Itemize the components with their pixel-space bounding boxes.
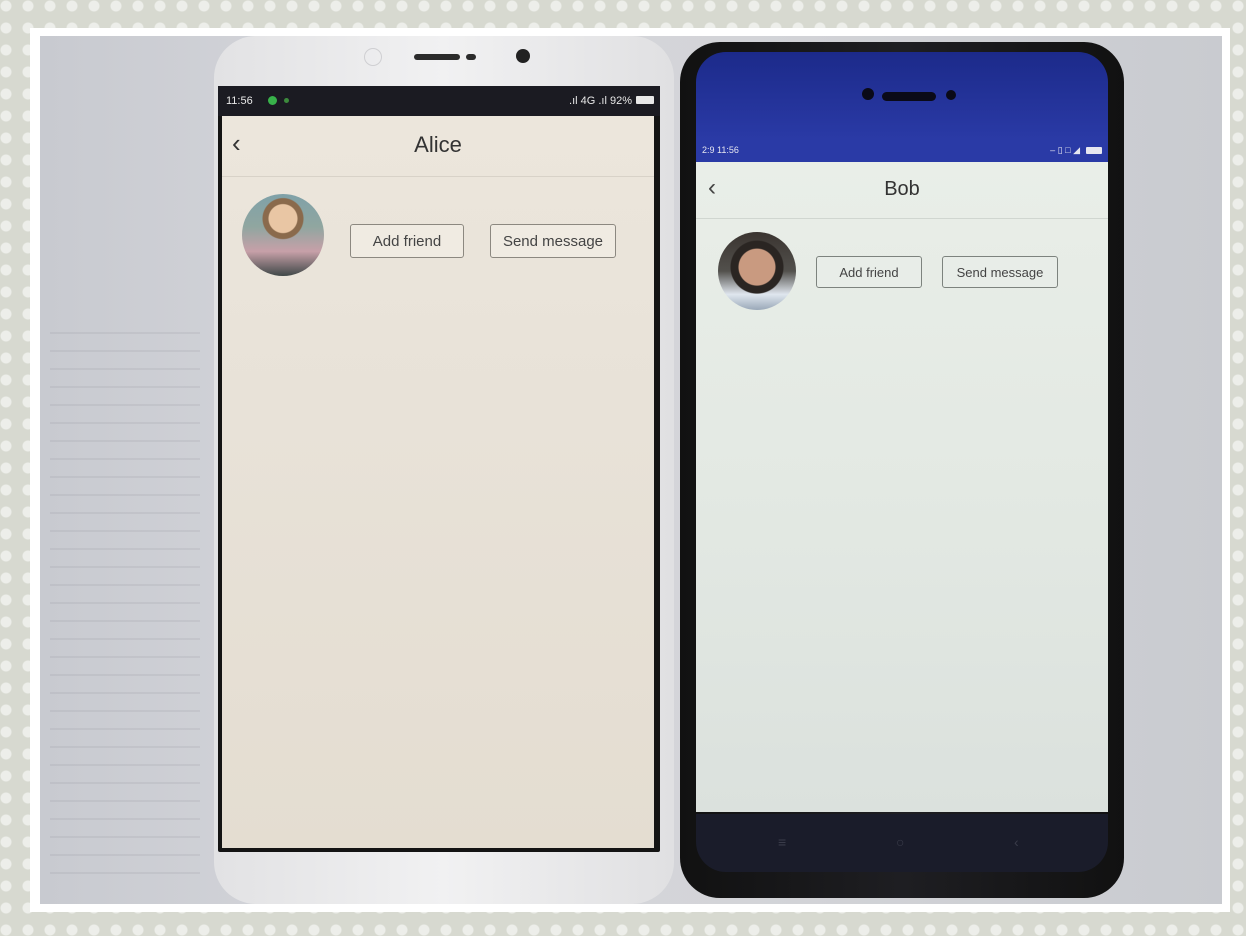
right-phone-top-bezel — [696, 52, 1108, 140]
home-icon[interactable]: ○ — [896, 834, 904, 850]
send-message-button[interactable]: Send message — [942, 256, 1058, 288]
front-sensor — [364, 48, 382, 66]
battery-icon — [636, 96, 654, 104]
front-camera — [862, 88, 874, 100]
page-title: Alice — [414, 132, 462, 157]
nav-bar: ≡ ○ ‹ — [696, 814, 1108, 872]
avatar — [242, 194, 324, 276]
page-title: Bob — [884, 178, 920, 200]
signal-battery-text: .ıl 4G .ıl 92% — [569, 95, 632, 107]
earpiece-speaker-small — [466, 54, 476, 60]
front-camera — [516, 49, 530, 63]
notification-dot-icon — [284, 98, 289, 103]
status-time: 2:9 11:56 — [702, 145, 739, 155]
add-friend-button[interactable]: Add friend — [816, 256, 922, 288]
status-bar: 2:9 11:56 ‒ ▯ □ ◢ — [696, 140, 1108, 162]
left-phone: 11:56 .ıl 4G .ıl 92% ‹ Alice Add friend … — [214, 36, 674, 904]
earpiece-speaker — [414, 54, 460, 60]
app-header: ‹ Bob — [696, 162, 1108, 219]
profile-screen: ‹ Bob Add friend Send message — [696, 162, 1108, 812]
add-friend-button[interactable]: Add friend — [350, 224, 464, 258]
send-message-button[interactable]: Send message — [490, 224, 616, 258]
photo: 11:56 .ıl 4G .ıl 92% ‹ Alice Add friend … — [40, 36, 1222, 904]
avatar — [718, 232, 796, 310]
notification-icon — [268, 96, 277, 105]
app-header: ‹ Alice — [222, 116, 654, 177]
battery-icon — [1086, 147, 1102, 154]
back-icon[interactable]: ‹ — [1014, 834, 1019, 850]
status-icons: ‒ ▯ □ ◢ — [1050, 145, 1080, 155]
status-time: 11:56 — [226, 95, 253, 107]
earpiece-speaker — [882, 92, 936, 101]
status-bar: 11:56 .ıl 4G .ıl 92% — [218, 86, 660, 116]
front-sensor — [946, 90, 956, 100]
profile-screen: ‹ Alice Add friend Send message — [222, 116, 654, 848]
left-phone-screen: 11:56 .ıl 4G .ıl 92% ‹ Alice Add friend … — [218, 86, 660, 852]
menu-icon[interactable]: ≡ — [778, 834, 786, 850]
background-paper — [50, 316, 200, 876]
right-phone: 2:9 11:56 ‒ ▯ □ ◢ ‹ Bob Add friend Send … — [680, 42, 1124, 898]
